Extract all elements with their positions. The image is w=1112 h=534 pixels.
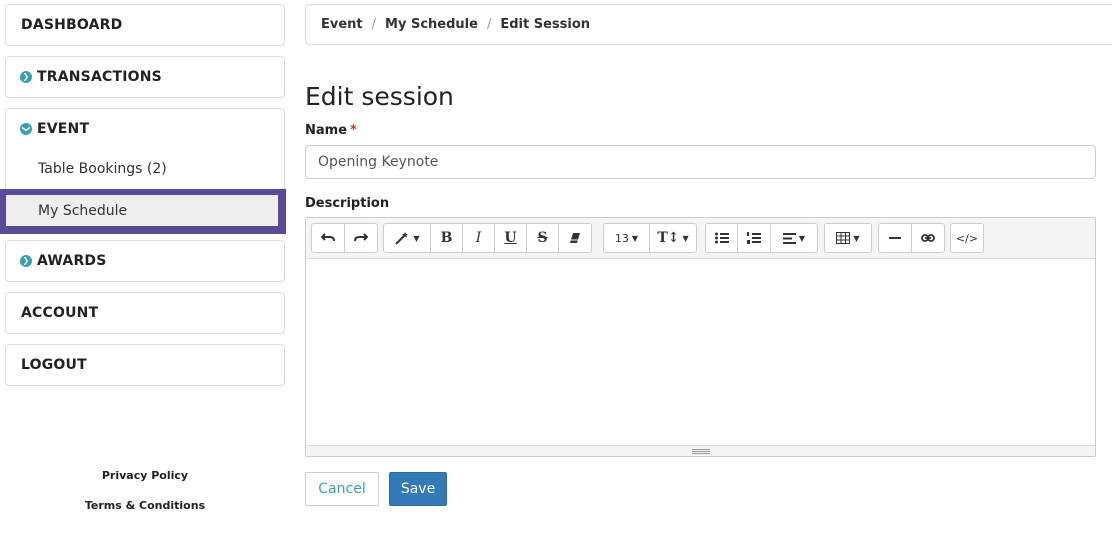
breadcrumb-item-edit-session: Edit Session: [500, 17, 591, 32]
font-size-dropdown[interactable]: 13 ▼: [603, 223, 650, 253]
caret-down-icon: ▼: [798, 233, 806, 243]
chevron-down-icon: ❯: [20, 123, 32, 135]
sidebar: DASHBOARD ❯ TRANSACTIONS ❯ EVENT Table B…: [0, 0, 290, 534]
nav-account-label: ACCOUNT: [21, 305, 99, 321]
sidebar-item-table-bookings[interactable]: Table Bookings (2): [6, 149, 284, 189]
breadcrumb-item-my-schedule[interactable]: My Schedule: [385, 17, 478, 32]
nav-logout[interactable]: LOGOUT: [5, 344, 285, 386]
rich-text-editor: ▼ B I U S 13 ▼ T↕ ▼ ▼ ▼ </>: [305, 217, 1096, 457]
italic-button[interactable]: I: [462, 223, 495, 253]
nav-event-label: EVENT: [37, 121, 90, 137]
text-height-icon: T↕: [657, 230, 680, 246]
table-dropdown[interactable]: ▼: [824, 223, 872, 253]
code-icon: </>: [955, 231, 979, 245]
nav-transactions-label: TRANSACTIONS: [37, 69, 162, 85]
bold-icon: B: [440, 230, 453, 246]
nav-event-header[interactable]: ❯ EVENT: [6, 109, 284, 149]
bullet-list-icon: [714, 232, 729, 244]
nav-awards-label: AWARDS: [37, 253, 107, 269]
underline-button[interactable]: U: [494, 223, 527, 253]
sidebar-item-label: My Schedule: [6, 195, 278, 226]
editor-content-area[interactable]: [306, 259, 1095, 445]
ordered-list-button[interactable]: [737, 223, 771, 253]
strikethrough-icon: S: [537, 230, 548, 246]
eraser-icon: [570, 233, 580, 243]
nav-awards[interactable]: ❯ AWARDS: [5, 240, 285, 282]
editor-toolbar: ▼ B I U S 13 ▼ T↕ ▼ ▼ ▼ </>: [306, 218, 1095, 259]
breadcrumb-separator: /: [486, 17, 492, 32]
italic-icon: I: [475, 230, 482, 246]
paragraph-group: ▼: [705, 223, 818, 253]
nav-awards-row: ❯ AWARDS: [6, 241, 284, 281]
font-size-value: 13: [614, 231, 629, 245]
cancel-button[interactable]: Cancel: [305, 472, 379, 506]
format-group: ▼ B I U S: [383, 223, 592, 253]
bold-button[interactable]: B: [430, 223, 463, 253]
grip-icon: [691, 448, 710, 454]
strikethrough-button[interactable]: S: [526, 223, 559, 253]
nav-account[interactable]: ACCOUNT: [5, 292, 285, 334]
unordered-list-button[interactable]: [705, 223, 738, 253]
clear-format-button[interactable]: [558, 223, 592, 253]
caret-down-icon: ▼: [631, 233, 639, 243]
name-label-text: Name: [305, 123, 348, 138]
link-icon: [921, 234, 935, 242]
undo-icon: [321, 233, 335, 242]
description-label: Description: [305, 196, 390, 211]
editor-resize-handle[interactable]: [306, 445, 1095, 456]
privacy-policy-link[interactable]: Privacy Policy: [0, 469, 290, 482]
breadcrumb-separator: /: [371, 17, 377, 32]
view-group: </>: [950, 223, 984, 253]
align-dropdown[interactable]: ▼: [770, 223, 818, 253]
caret-down-icon: ▼: [853, 233, 860, 243]
chevron-right-icon: ❯: [20, 71, 32, 83]
page-title: Edit session: [305, 82, 454, 111]
style-dropdown-button[interactable]: ▼: [383, 223, 431, 253]
nav-dashboard-label: DASHBOARD: [21, 17, 123, 33]
horizontal-rule-button[interactable]: [878, 223, 912, 253]
redo-icon: [354, 233, 368, 242]
align-left-icon: [782, 232, 796, 244]
breadcrumb-item-event[interactable]: Event: [321, 17, 363, 32]
breadcrumb: Event / My Schedule / Edit Session: [305, 4, 1112, 45]
minus-icon: [889, 237, 901, 239]
nav-event: ❯ EVENT Table Bookings (2) My Schedule: [0, 108, 286, 234]
caret-down-icon: ▼: [682, 233, 689, 243]
table-icon: [836, 232, 851, 244]
name-label: Name *: [305, 123, 357, 138]
terms-link[interactable]: Terms & Conditions: [0, 499, 290, 512]
magic-wand-icon: [395, 232, 409, 245]
chevron-right-icon: ❯: [20, 255, 32, 267]
undo-button[interactable]: [311, 223, 345, 253]
sidebar-item-label: Table Bookings (2): [38, 161, 167, 177]
caret-down-icon: ▼: [413, 233, 420, 243]
sidebar-item-my-schedule[interactable]: My Schedule: [0, 189, 286, 234]
table-group: ▼: [824, 223, 872, 253]
line-height-dropdown[interactable]: T↕ ▼: [649, 223, 697, 253]
nav-transactions[interactable]: ❯ TRANSACTIONS: [5, 56, 285, 98]
required-marker: *: [350, 123, 357, 138]
name-input[interactable]: [305, 145, 1096, 179]
numbered-list-icon: [747, 232, 761, 244]
insert-group: [878, 223, 945, 253]
link-button[interactable]: [911, 223, 945, 253]
font-group: 13 ▼ T↕ ▼: [603, 223, 697, 253]
underline-icon: U: [504, 230, 517, 246]
code-view-button[interactable]: </>: [950, 223, 984, 253]
nav-transactions-row: ❯ TRANSACTIONS: [6, 57, 284, 97]
save-button[interactable]: Save: [389, 472, 447, 506]
nav-logout-label: LOGOUT: [21, 357, 87, 373]
redo-button[interactable]: [344, 223, 378, 253]
history-group: [311, 223, 378, 253]
nav-dashboard[interactable]: DASHBOARD: [5, 4, 285, 46]
